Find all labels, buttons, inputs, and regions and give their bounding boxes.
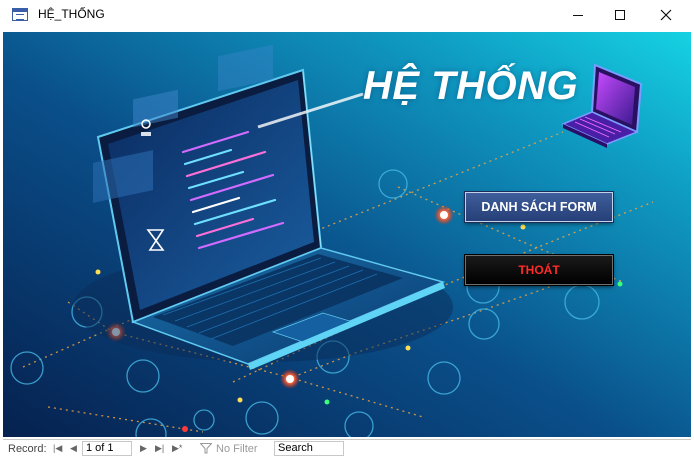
- record-label: Record:: [8, 443, 47, 455]
- filter-icon: [200, 443, 212, 454]
- minimize-button[interactable]: [555, 0, 601, 30]
- close-icon: [660, 9, 672, 21]
- maximize-button[interactable]: [597, 0, 643, 30]
- close-button[interactable]: [643, 0, 689, 30]
- new-record-icon[interactable]: ▶*: [172, 443, 182, 454]
- filter-status[interactable]: No Filter: [216, 443, 258, 455]
- first-record-icon[interactable]: |◀: [53, 443, 62, 454]
- last-record-icon[interactable]: ▶|: [155, 443, 164, 454]
- window-title: HỆ_THỐNG: [38, 7, 105, 21]
- maximize-icon: [615, 10, 625, 20]
- record-position-field[interactable]: 1 of 1: [82, 441, 132, 456]
- exit-button[interactable]: THOÁT: [465, 255, 613, 285]
- minimize-icon: [573, 14, 583, 16]
- form-heading: HỆ THỐNG: [363, 64, 579, 108]
- title-bar: HỆ_THỐNG: [0, 0, 694, 30]
- list-forms-button[interactable]: DANH SÁCH FORM: [465, 192, 613, 222]
- form-icon: [12, 8, 28, 21]
- record-navigation-bar: Record: |◀ ◀ 1 of 1 ▶ ▶| ▶* No Filter Se…: [3, 439, 691, 457]
- next-record-icon[interactable]: ▶: [140, 443, 147, 454]
- background-illustration: [3, 32, 691, 437]
- form-canvas: HỆ THỐNG DANH SÁCH FORM THOÁT: [3, 32, 691, 437]
- search-input[interactable]: Search: [274, 441, 344, 456]
- previous-record-icon[interactable]: ◀: [70, 443, 77, 454]
